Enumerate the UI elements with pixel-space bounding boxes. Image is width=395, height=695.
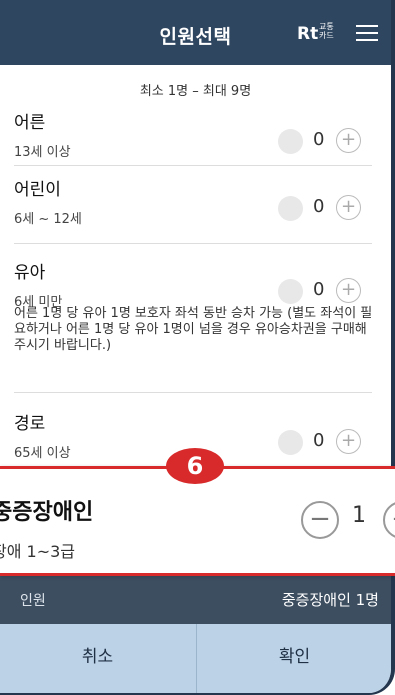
passenger-limit-text: 최소 1명 – 최대 9명: [139, 84, 252, 99]
card-logo-icon: Rt: [297, 24, 319, 44]
count-value: 0: [313, 129, 325, 150]
infant-note: 어른 1명 당 유아 1명 보호자 좌석 동반 승차 가능 (별도 좌석이 필요…: [14, 306, 373, 353]
plus-button[interactable]: +: [336, 128, 361, 153]
summary-label: 인원: [20, 593, 46, 609]
step-badge: 6: [166, 448, 224, 484]
divider: [14, 165, 372, 166]
cancel-button[interactable]: 취소: [0, 624, 195, 693]
plus-button[interactable]: +: [336, 429, 361, 454]
plus-button[interactable]: +: [336, 195, 361, 220]
minus-button[interactable]: [278, 196, 303, 221]
minus-button[interactable]: −: [301, 501, 339, 539]
quantity-stepper: 0 +: [278, 193, 368, 221]
quantity-stepper: 0 +: [278, 276, 368, 304]
transit-card-logo[interactable]: Rt 교통 카드: [297, 22, 334, 44]
confirm-button[interactable]: 확인: [197, 624, 391, 693]
hamburger-icon[interactable]: [356, 25, 378, 41]
divider: [14, 243, 372, 244]
minus-button[interactable]: [278, 129, 303, 154]
passenger-type-label: 중증장애인: [0, 500, 94, 525]
summary-value: 중증장애인 1명: [281, 591, 379, 609]
quantity-stepper: 0 +: [278, 427, 368, 455]
count-value: 0: [313, 430, 325, 451]
divider: [14, 392, 372, 393]
passenger-row-infant: 유아 6세 미만 0 +: [14, 258, 374, 310]
selection-summary: 인원 중증장애인 1명: [0, 574, 391, 624]
screen: 인원선택 Rt 교통 카드 최소 1명 – 최대 9명 어른 13세 이상 0 …: [0, 0, 395, 695]
count-value: 1: [352, 503, 366, 528]
header: 인원선택 Rt 교통 카드: [0, 0, 391, 65]
passenger-row-adult: 어른 13세 이상 0 +: [14, 108, 374, 160]
footer-actions: 취소 확인: [0, 624, 391, 693]
passenger-type-desc: 장애 1~3급: [0, 542, 76, 561]
card-logo-text: 교통 카드: [319, 22, 334, 40]
minus-button[interactable]: [278, 279, 303, 304]
passenger-row-child: 어린이 6세 ~ 12세 0 +: [14, 175, 374, 227]
minus-button[interactable]: [278, 430, 303, 455]
count-value: 0: [313, 196, 325, 217]
quantity-stepper: 0 +: [278, 126, 368, 154]
plus-button[interactable]: +: [336, 278, 361, 303]
count-value: 0: [313, 279, 325, 300]
plus-button[interactable]: +: [383, 501, 395, 539]
